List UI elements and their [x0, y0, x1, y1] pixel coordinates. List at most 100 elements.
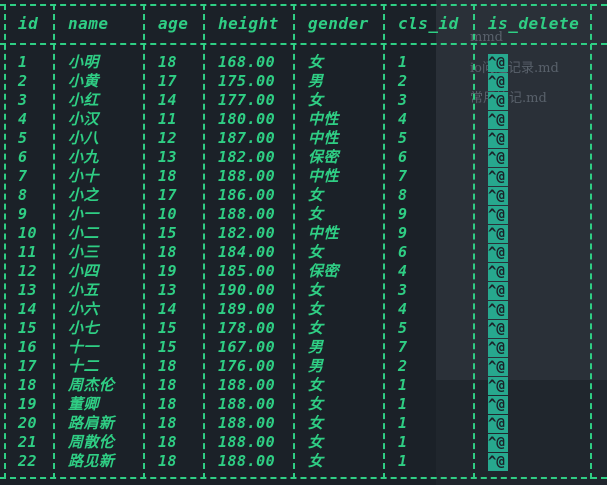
- cell-name: 董卿: [68, 395, 100, 413]
- cell-name: 周散伦: [68, 433, 115, 451]
- cell-name: 小六: [68, 300, 100, 318]
- cell-age: 18: [158, 167, 178, 185]
- cell-id: 22: [18, 452, 38, 470]
- cell-id: 10: [18, 224, 38, 242]
- cell-height: 188.00: [218, 452, 276, 470]
- cell-age: 11: [158, 110, 178, 128]
- cell-cls-id: 1: [398, 376, 408, 394]
- cell-age: 18: [158, 452, 178, 470]
- cell-is-delete-null-byte: ^@: [488, 301, 508, 319]
- cell-cls-id: 6: [398, 243, 408, 261]
- background-file-item: 常用笔记.md: [470, 91, 547, 106]
- cell-age: 18: [158, 376, 178, 394]
- cell-name: 小红: [68, 91, 100, 109]
- cell-age: 19: [158, 262, 178, 280]
- cell-height: 188.00: [218, 376, 276, 394]
- cell-height: 186.00: [218, 186, 276, 204]
- cell-is-delete-null-byte: ^@: [488, 377, 508, 395]
- cell-name: 小三: [68, 243, 100, 261]
- cell-height: 188.00: [218, 433, 276, 451]
- cell-cls-id: 1: [398, 395, 408, 413]
- cell-gender: 男: [308, 357, 324, 375]
- cell-cls-id: 1: [398, 433, 408, 451]
- cell-age: 14: [158, 300, 178, 318]
- cell-gender: 女: [308, 281, 324, 299]
- cell-is-delete-null-byte: ^@: [488, 149, 508, 167]
- cell-cls-id: 2: [398, 357, 408, 375]
- cell-id: 8: [18, 186, 28, 204]
- cell-cls-id: 3: [398, 91, 408, 109]
- table-column-divider: [143, 4, 145, 479]
- cell-name: 小九: [68, 148, 100, 166]
- cell-id: 5: [18, 129, 28, 147]
- cell-id: 14: [18, 300, 38, 318]
- cell-height: 187.00: [218, 129, 276, 147]
- column-header-cls-id: cls_id: [398, 14, 459, 33]
- cell-gender: 中性: [308, 129, 340, 147]
- cell-height: 188.00: [218, 205, 276, 223]
- cell-is-delete-null-byte: ^@: [488, 92, 508, 110]
- cell-height: 188.00: [218, 395, 276, 413]
- cell-cls-id: 5: [398, 129, 408, 147]
- cell-height: 182.00: [218, 224, 276, 242]
- cell-height: 182.00: [218, 148, 276, 166]
- cell-cls-id: 9: [398, 205, 408, 223]
- cell-height: 178.00: [218, 319, 276, 337]
- column-header-name: name: [68, 14, 109, 33]
- cell-name: 小明: [68, 53, 100, 71]
- cell-age: 18: [158, 357, 178, 375]
- cell-height: 167.00: [218, 338, 276, 356]
- cell-is-delete-null-byte: ^@: [488, 206, 508, 224]
- cell-cls-id: 6: [398, 148, 408, 166]
- cell-name: 路肩新: [68, 414, 115, 432]
- cell-cls-id: 1: [398, 53, 408, 71]
- cell-height: 185.00: [218, 262, 276, 280]
- cell-is-delete-null-byte: ^@: [488, 320, 508, 338]
- cell-gender: 女: [308, 243, 324, 261]
- cell-age: 13: [158, 148, 178, 166]
- table-border-top: [0, 4, 607, 6]
- cell-gender: 女: [308, 433, 324, 451]
- cell-id: 2: [18, 72, 28, 90]
- cell-id: 11: [18, 243, 38, 261]
- cell-gender: 女: [308, 319, 324, 337]
- cell-cls-id: 7: [398, 338, 408, 356]
- column-header-id: id: [18, 14, 39, 33]
- table-column-divider: [53, 4, 55, 479]
- cell-gender: 中性: [308, 110, 340, 128]
- cell-gender: 女: [308, 414, 324, 432]
- cell-cls-id: 8: [398, 186, 408, 204]
- cell-gender: 女: [308, 53, 324, 71]
- cell-age: 15: [158, 224, 178, 242]
- background-file-item: io问题记录.md: [470, 61, 559, 76]
- cell-name: 路见新: [68, 452, 115, 470]
- cell-id: 20: [18, 414, 38, 432]
- cell-height: 175.00: [218, 72, 276, 90]
- cell-is-delete-null-byte: ^@: [488, 54, 508, 72]
- cell-gender: 保密: [308, 148, 340, 166]
- cell-age: 14: [158, 91, 178, 109]
- cell-age: 13: [158, 281, 178, 299]
- cell-id: 19: [18, 395, 38, 413]
- cell-id: 21: [18, 433, 38, 451]
- cell-age: 18: [158, 53, 178, 71]
- cell-name: 小之: [68, 186, 100, 204]
- cell-age: 15: [158, 319, 178, 337]
- cell-cls-id: 1: [398, 452, 408, 470]
- column-header-height: height: [218, 14, 279, 33]
- cell-cls-id: 4: [398, 262, 408, 280]
- cell-is-delete-null-byte: ^@: [488, 187, 508, 205]
- background-editor-lower-pane: [436, 380, 607, 485]
- cell-cls-id: 3: [398, 281, 408, 299]
- cell-name: 小黄: [68, 72, 100, 90]
- cell-id: 17: [18, 357, 38, 375]
- cell-name: 小四: [68, 262, 100, 280]
- cell-gender: 女: [308, 91, 324, 109]
- column-header-gender: gender: [308, 14, 369, 33]
- cell-is-delete-null-byte: ^@: [488, 282, 508, 300]
- table-border-bottom: [0, 477, 607, 479]
- cell-name: 小二: [68, 224, 100, 242]
- cell-id: 16: [18, 338, 38, 356]
- cell-is-delete-null-byte: ^@: [488, 415, 508, 433]
- cell-id: 13: [18, 281, 38, 299]
